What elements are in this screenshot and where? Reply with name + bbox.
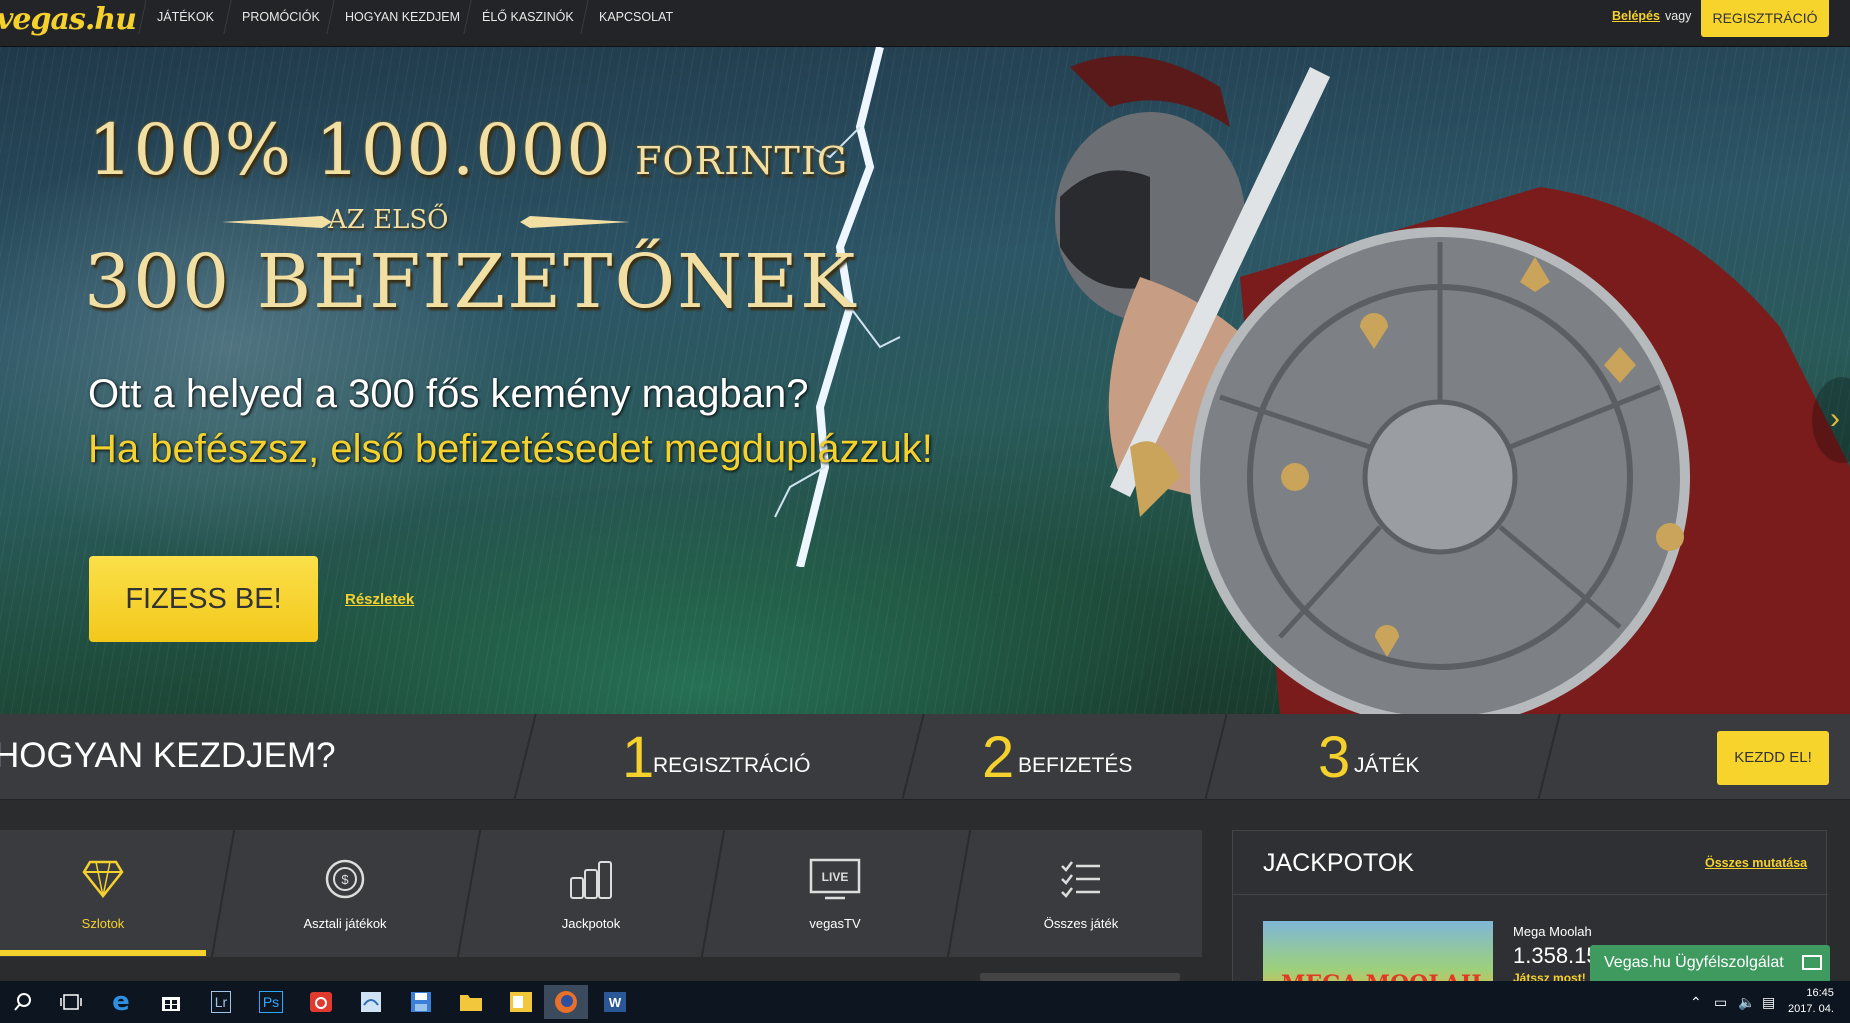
network-icon[interactable]: ▭ bbox=[1714, 981, 1727, 1023]
chevron-right-icon: › bbox=[1830, 402, 1840, 435]
show-hidden-icons-chevron-icon[interactable]: ⌃ bbox=[1690, 981, 1702, 1023]
diamond-icon bbox=[82, 860, 124, 899]
category-table-games[interactable]: $ Asztali játékok bbox=[236, 830, 454, 957]
svg-text:$: $ bbox=[341, 872, 349, 887]
save-icon[interactable] bbox=[404, 985, 438, 1019]
edge-icon[interactable]: e bbox=[104, 985, 138, 1019]
volume-icon[interactable]: 🔈 bbox=[1738, 981, 1755, 1023]
how-to-start-bar: HOGYAN KEZDJEM? 1 REGISZTRÁCIÓ 2 BEFIZET… bbox=[0, 714, 1850, 800]
deposit-button[interactable]: FIZESS BE! bbox=[89, 556, 318, 642]
coin-stack-icon bbox=[570, 861, 612, 899]
search-icon[interactable] bbox=[6, 985, 40, 1019]
live-tv-icon: LIVE bbox=[809, 858, 861, 900]
divider bbox=[513, 714, 537, 800]
hero-headline-line3: 300 BEFIZETŐNEK bbox=[84, 239, 858, 325]
live-text: LIVE bbox=[822, 870, 849, 884]
details-link[interactable]: Részletek bbox=[345, 591, 414, 608]
hero-headline-line1: 100% 100.000 FORINTIG bbox=[88, 109, 849, 191]
store-icon[interactable] bbox=[154, 985, 188, 1019]
category-label: Szlotok bbox=[81, 916, 125, 931]
category-label: Összes játék bbox=[1043, 916, 1119, 931]
category-all-games[interactable]: Összes játék bbox=[972, 830, 1190, 957]
how-to-start-title: HOGYAN KEZDJEM? bbox=[0, 736, 336, 775]
category-vegastv[interactable]: LIVE vegasTV bbox=[726, 830, 944, 957]
ornament-right-icon bbox=[520, 216, 630, 228]
nav-item-how-to-start[interactable]: HOGYAN KEZDJEM bbox=[326, 0, 478, 34]
login-link[interactable]: Belépés bbox=[1612, 9, 1660, 23]
clock-date: 2017. 04. bbox=[1788, 1003, 1834, 1015]
clock-time: 16:45 bbox=[1806, 987, 1834, 999]
scrollbar[interactable] bbox=[980, 973, 1180, 981]
divider bbox=[700, 830, 726, 957]
category-label: vegasTV bbox=[809, 916, 861, 931]
lightroom-icon[interactable]: Lr bbox=[204, 985, 238, 1019]
nav-item-live-casinos[interactable]: ÉLŐ KASZINÓK bbox=[463, 0, 592, 34]
word-icon[interactable]: W bbox=[598, 985, 632, 1019]
category-jackpots[interactable]: Jackpotok bbox=[482, 830, 700, 957]
divider bbox=[1204, 714, 1228, 800]
outlook-icon[interactable] bbox=[504, 985, 538, 1019]
hero-banner: 100% 100.000 FORINTIG AZ ELSŐ 300 BEFIZE… bbox=[0, 47, 1850, 714]
hero-subtitle-yellow: Ha befészsz, első befizetésedet megduplá… bbox=[88, 427, 933, 471]
site-logo[interactable]: vegas.hu bbox=[0, 2, 137, 37]
camera-icon[interactable] bbox=[304, 985, 338, 1019]
step-label-play: JÁTÉK bbox=[1354, 754, 1420, 777]
divider bbox=[210, 830, 236, 957]
photoshop-icon[interactable]: Ps bbox=[254, 985, 288, 1019]
notifications-icon[interactable]: ▤ bbox=[1762, 981, 1775, 1023]
divider bbox=[901, 714, 925, 800]
support-chat-button[interactable]: Vegas.hu Ügyfélszolgálat bbox=[1590, 945, 1830, 981]
hero-subtitle-white: Ott a helyed a 300 fős kemény magban? bbox=[88, 372, 809, 416]
app-icon[interactable] bbox=[354, 985, 388, 1019]
nav-item-contact[interactable]: KAPCSOLAT bbox=[580, 0, 691, 34]
support-label: Vegas.hu Ügyfélszolgálat bbox=[1604, 954, 1784, 971]
step-number-3: 3 bbox=[1318, 725, 1351, 790]
checklist-icon bbox=[1061, 861, 1100, 898]
active-tab-indicator bbox=[0, 950, 206, 956]
hero-headline-line2: AZ ELSŐ bbox=[328, 205, 449, 235]
category-label: Asztali játékok bbox=[303, 916, 387, 931]
chat-window-icon bbox=[1802, 955, 1822, 970]
nav-item-games[interactable]: JÁTÉKOK bbox=[138, 0, 232, 34]
windows-taskbar: e Lr Ps W ⌃ ▭ 🔈 ▤ 16:45 2017. 04. bbox=[0, 981, 1850, 1023]
divider bbox=[456, 830, 482, 957]
category-label: Jackpotok bbox=[561, 916, 621, 931]
spartan-warrior-image bbox=[1055, 55, 1850, 714]
roulette-icon: $ bbox=[325, 859, 365, 899]
top-nav: vegas.hu JÁTÉKOK PROMÓCIÓK HOGYAN KEZDJE… bbox=[0, 0, 1850, 47]
start-now-button[interactable]: KEZDD EL! bbox=[1717, 731, 1829, 785]
game-categories: Szlotok $ Asztali játékok Jackpotok LIVE… bbox=[0, 830, 1202, 957]
svg-text:W: W bbox=[609, 995, 622, 1010]
step-label-register: REGISZTRÁCIÓ bbox=[653, 754, 811, 777]
or-text: vagy bbox=[1665, 9, 1692, 23]
page: vegas.hu JÁTÉKOK PROMÓCIÓK HOGYAN KEZDJE… bbox=[0, 0, 1850, 1023]
jackpots-title: JACKPOTOK bbox=[1263, 849, 1414, 877]
show-all-link[interactable]: Összes mutatása bbox=[1705, 856, 1807, 870]
step-number-2: 2 bbox=[982, 725, 1015, 790]
file-explorer-icon[interactable] bbox=[454, 985, 488, 1019]
register-button[interactable]: REGISZTRÁCIÓ bbox=[1701, 0, 1829, 37]
ornament-left-icon bbox=[222, 216, 332, 228]
firefox-icon[interactable] bbox=[544, 985, 588, 1019]
jackpot-name: Mega Moolah bbox=[1513, 924, 1592, 939]
step-number-1: 1 bbox=[622, 725, 655, 790]
nav-item-promotions[interactable]: PROMÓCIÓK bbox=[223, 0, 338, 34]
system-clock[interactable]: 16:45 2017. 04. bbox=[1788, 985, 1834, 1017]
jackpot-amount: 1.358.15 bbox=[1513, 943, 1599, 968]
category-slots[interactable]: Szlotok bbox=[0, 830, 206, 957]
divider bbox=[946, 830, 972, 957]
divider bbox=[1233, 894, 1828, 895]
step-label-deposit: BEFIZETÉS bbox=[1018, 754, 1133, 777]
task-view-icon[interactable] bbox=[54, 985, 88, 1019]
divider bbox=[1537, 714, 1561, 800]
